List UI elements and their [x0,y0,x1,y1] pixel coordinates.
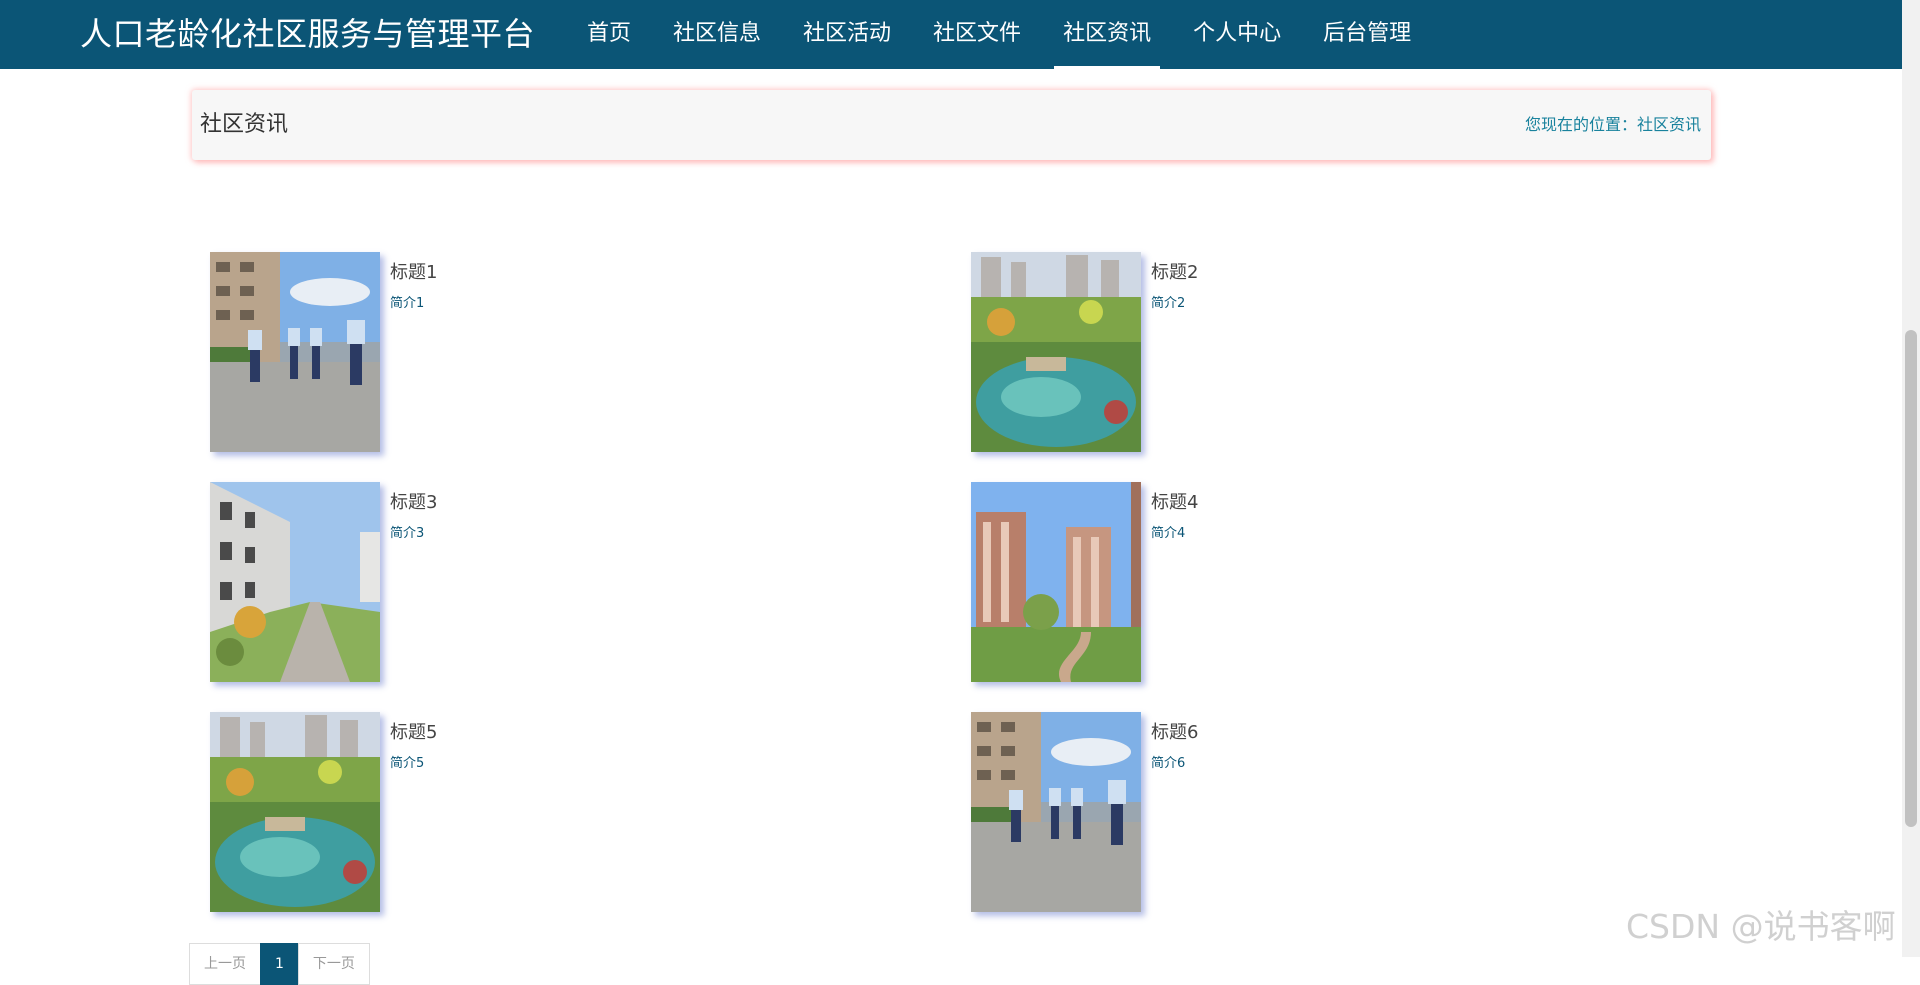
news-thumbnail[interactable] [971,712,1141,912]
page-number-button[interactable]: 1 [260,943,299,985]
nav-community-info[interactable]: 社区信息 [654,0,780,69]
news-intro: 简介1 [390,296,425,311]
breadcrumb: 您现在的位置：社区资讯 [1525,90,1701,160]
news-title[interactable]: 标题4 [1151,488,1198,514]
news-title[interactable]: 标题5 [390,718,437,744]
news-item[interactable]: 标题1 简介1 [210,252,910,452]
news-thumbnail[interactable] [210,252,380,452]
news-item[interactable]: 标题2 简介2 [971,252,1671,452]
news-item[interactable]: 标题5 简介5 [210,712,910,912]
nav-community-files[interactable]: 社区文件 [914,0,1040,69]
news-intro: 简介4 [1151,526,1186,541]
news-item[interactable]: 标题6 简介6 [971,712,1671,912]
news-item[interactable]: 标题4 简介4 [971,482,1671,682]
page-title: 社区资讯 [200,112,289,137]
nav-community-news[interactable]: 社区资讯 [1044,0,1170,69]
news-intro: 简介2 [1151,296,1186,311]
csdn-watermark: CSDN @说书客啊 [1626,907,1896,946]
news-title[interactable]: 标题3 [390,488,437,514]
main-nav: 首页 社区信息 社区活动 社区文件 社区资讯 个人中心 后台管理 [568,0,1434,69]
pagination: 上一页 1 下一页 [189,943,370,985]
news-intro: 简介5 [390,756,425,771]
breadcrumb-current[interactable]: 社区资讯 [1637,115,1701,134]
nav-admin[interactable]: 后台管理 [1304,0,1430,69]
news-item[interactable]: 标题3 简介3 [210,482,910,682]
page-scrollbar-thumb[interactable] [1905,330,1917,827]
news-title[interactable]: 标题2 [1151,258,1198,284]
news-thumbnail[interactable] [210,712,380,912]
page-title-bar: 社区资讯 您现在的位置：社区资讯 [192,90,1711,160]
breadcrumb-prefix: 您现在的位置： [1524,115,1637,134]
news-intro: 简介3 [390,526,425,541]
news-title[interactable]: 标题6 [1151,718,1198,744]
news-thumbnail[interactable] [210,482,380,682]
nav-personal-center[interactable]: 个人中心 [1174,0,1300,69]
prev-page-button[interactable]: 上一页 [189,943,261,985]
news-thumbnail[interactable] [971,252,1141,452]
top-navbar: 人口老龄化社区服务与管理平台 首页 社区信息 社区活动 社区文件 社区资讯 个人… [0,0,1902,69]
site-brand[interactable]: 人口老龄化社区服务与管理平台 [80,0,535,69]
news-thumbnail[interactable] [971,482,1141,682]
news-intro: 简介6 [1151,756,1186,771]
news-title[interactable]: 标题1 [390,258,437,284]
nav-home[interactable]: 首页 [568,0,650,69]
next-page-button[interactable]: 下一页 [297,943,370,985]
nav-community-activities[interactable]: 社区活动 [784,0,910,69]
